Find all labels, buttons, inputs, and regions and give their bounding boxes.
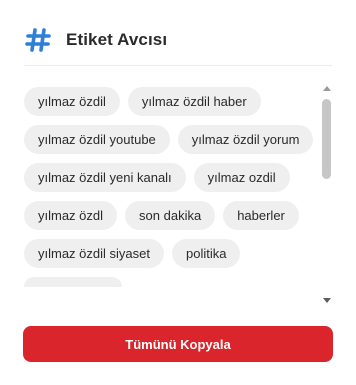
tag-chip[interactable]: yılmaz ozdil: [193, 163, 290, 192]
tag-chip[interactable]: son dakika: [125, 201, 216, 230]
tags-list: yılmaz özdil yılmaz özdil haber yılmaz ö…: [24, 80, 334, 308]
tag-chip[interactable]: yılmaz özdil: [24, 87, 120, 116]
tag-chip-partial[interactable]: [24, 277, 122, 287]
divider: [24, 65, 332, 66]
scroll-down-icon[interactable]: [323, 298, 331, 303]
tag-chip[interactable]: politika: [171, 239, 241, 268]
tag-chip[interactable]: haberler: [223, 201, 299, 230]
page-title: Etiket Avcısı: [66, 30, 168, 49]
copy-all-button[interactable]: Tümünü Kopyala: [23, 326, 333, 362]
header: Etiket Avcısı: [24, 25, 167, 55]
tag-chip[interactable]: yılmaz özdl: [24, 201, 118, 230]
scrollbar[interactable]: [320, 80, 334, 308]
scrollbar-thumb[interactable]: [322, 99, 331, 179]
tag-chip[interactable]: yılmaz özdil youtube: [24, 125, 170, 154]
tags-container: yılmaz özdil yılmaz özdil haber yılmaz ö…: [24, 87, 314, 287]
hash-icon: [25, 28, 51, 52]
tag-chip[interactable]: yılmaz özdil yorum: [177, 125, 314, 154]
tag-chip[interactable]: yılmaz özdil siyaset: [24, 239, 164, 268]
scroll-up-icon[interactable]: [323, 86, 331, 91]
tag-chip[interactable]: yılmaz özdil yeni kanalı: [24, 163, 186, 192]
tag-chip[interactable]: yılmaz özdil haber: [127, 87, 261, 116]
